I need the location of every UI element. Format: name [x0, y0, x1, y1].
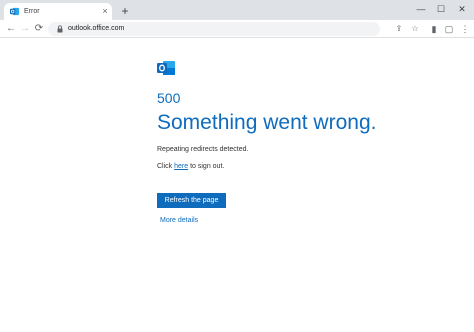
- tab-error[interactable]: Error ×: [4, 3, 112, 20]
- side-panel-icon[interactable]: ▮: [428, 23, 440, 35]
- minimize-button[interactable]: —: [414, 3, 428, 15]
- error-code: 500: [157, 90, 181, 106]
- browser-window: Error × + — ☐ ✕ ← → ⟳ outlook.office.com…: [0, 0, 474, 332]
- lock-icon: [57, 25, 63, 33]
- tab-title: Error: [24, 8, 40, 15]
- browser-toolbar: ← → ⟳ outlook.office.com ⇪ ☆ ▮ ▢ ⋮: [0, 20, 474, 38]
- tab-close-icon[interactable]: ×: [100, 6, 110, 16]
- forward-button[interactable]: →: [19, 23, 31, 35]
- menu-icon[interactable]: ⋮: [459, 23, 471, 35]
- tab-strip: Error × + — ☐ ✕: [0, 0, 474, 20]
- error-headline: Something went wrong.: [157, 111, 377, 134]
- share-icon[interactable]: ⇪: [394, 24, 404, 34]
- error-message: Repeating redirects detected.: [157, 146, 249, 153]
- outlook-icon: [10, 7, 19, 16]
- maximize-button[interactable]: ☐: [434, 3, 448, 15]
- more-details-link[interactable]: More details: [160, 217, 198, 224]
- refresh-page-button[interactable]: Refresh the page: [157, 193, 226, 208]
- url-text: outlook.office.com: [68, 25, 125, 32]
- new-tab-button[interactable]: +: [119, 5, 131, 17]
- page-content: 500 Something went wrong. Repeating redi…: [0, 39, 474, 332]
- signout-prefix: Click: [157, 163, 175, 170]
- bookmark-star-icon[interactable]: ☆: [410, 24, 420, 34]
- signout-text: Click here to sign out.: [157, 163, 224, 170]
- signout-link[interactable]: here: [174, 163, 188, 170]
- outlook-logo-icon: [157, 61, 175, 75]
- signout-suffix: to sign out.: [188, 163, 225, 170]
- back-button[interactable]: ←: [5, 23, 17, 35]
- reload-button[interactable]: ⟳: [33, 23, 45, 35]
- close-window-button[interactable]: ✕: [455, 3, 469, 15]
- address-bar[interactable]: outlook.office.com ⇪: [48, 22, 402, 36]
- profile-icon[interactable]: ▢: [443, 23, 455, 35]
- page-scrollbar[interactable]: [470, 39, 474, 332]
